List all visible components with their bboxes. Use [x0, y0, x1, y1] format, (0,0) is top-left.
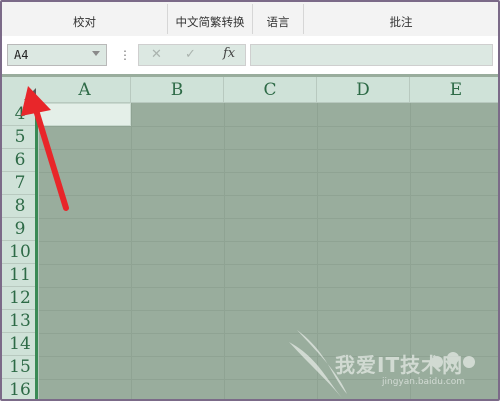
row-header-6[interactable]: 6 [2, 149, 39, 172]
ribbon-group-label: 批注 [389, 15, 413, 29]
ribbon-group-language: 语言 [253, 2, 303, 36]
cancel-icon[interactable]: ✕ [151, 47, 162, 62]
ribbon-group-chinese-conversion: 中文简繁转换 [168, 2, 252, 36]
gridline [39, 149, 498, 150]
row-header-13[interactable]: 13 [2, 310, 39, 333]
ribbon-group-label: 校对 [73, 15, 96, 29]
name-box-value: A4 [14, 48, 29, 62]
active-cell-a4[interactable] [39, 103, 131, 126]
watermark-text: 我爱IT技术网 [335, 353, 464, 377]
watermark-url: jingyan.baidu.com [382, 377, 466, 387]
formula-bar-row: A4 ⋮ ✕ ✓ fx [2, 36, 498, 74]
formula-input[interactable] [250, 44, 493, 66]
ribbon-group-label: 语言 [266, 15, 290, 29]
gridline [39, 264, 498, 265]
select-all-triangle-icon [24, 88, 36, 100]
column-header-d[interactable]: D [317, 77, 410, 103]
gridline [39, 218, 498, 219]
gridline [39, 195, 498, 196]
insert-function-icon[interactable]: fx [223, 46, 235, 61]
row-header-16[interactable]: 16 [2, 379, 39, 399]
gridline [39, 287, 498, 288]
row-header-15[interactable]: 15 [2, 356, 39, 379]
screenshot-frame: 校对 中文简繁转换 语言 批注 A4 ⋮ ✕ ✓ fx A B C D E 4 … [0, 0, 500, 401]
row-header-12[interactable]: 12 [2, 287, 39, 310]
gridline [39, 126, 498, 127]
enter-check-icon[interactable]: ✓ [185, 47, 196, 62]
row-header-9[interactable]: 9 [2, 218, 39, 241]
chevron-down-icon[interactable] [92, 51, 100, 56]
name-box[interactable]: A4 [7, 44, 107, 66]
row-selection-indicator [35, 103, 38, 399]
gridline [39, 310, 498, 311]
row-header-11[interactable]: 11 [2, 264, 39, 287]
gridline [39, 172, 498, 173]
column-header-c[interactable]: C [224, 77, 317, 103]
column-header-a[interactable]: A [39, 77, 131, 103]
ribbon-bar: 校对 中文简繁转换 语言 批注 [2, 2, 498, 37]
watermark: 我爱IT技术网 jingyan.baidu.com [287, 322, 497, 399]
column-header-b[interactable]: B [131, 77, 224, 103]
ribbon-group-comments: 批注 [304, 2, 498, 36]
drag-handle-icon[interactable]: ⋮ [119, 48, 131, 62]
row-header-8[interactable]: 8 [2, 195, 39, 218]
row-header-10[interactable]: 10 [2, 241, 39, 264]
ribbon-group-proofing: 校对 [2, 2, 167, 36]
select-all-button[interactable] [2, 77, 40, 104]
row-header-5[interactable]: 5 [2, 126, 39, 149]
column-header-e[interactable]: E [410, 77, 498, 103]
formula-buttons: ✕ ✓ fx [138, 44, 246, 66]
gridline [39, 241, 498, 242]
ribbon-group-label: 中文简繁转换 [175, 15, 245, 29]
row-header-4[interactable]: 4 [2, 103, 39, 126]
row-header-7[interactable]: 7 [2, 172, 39, 195]
row-header-14[interactable]: 14 [2, 333, 39, 356]
